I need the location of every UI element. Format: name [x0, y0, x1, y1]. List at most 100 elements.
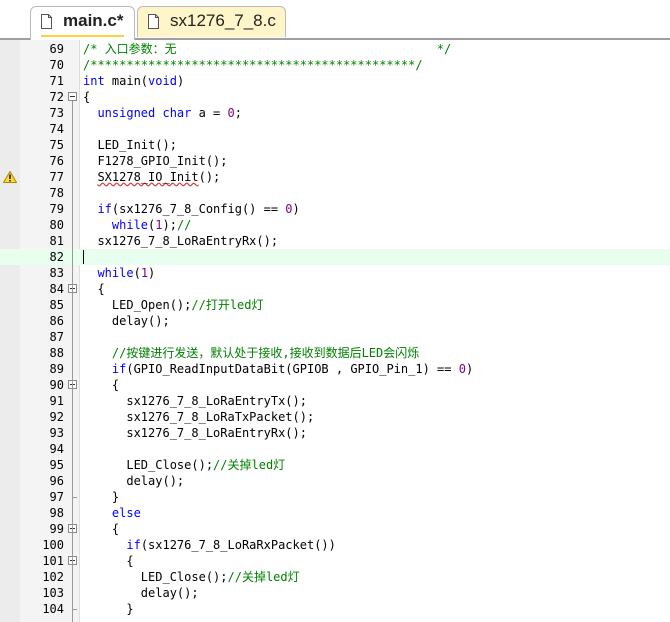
code-line[interactable]: 79 if(sx1276_7_8_Config() == 0)	[0, 201, 670, 217]
code-line[interactable]: 84 {	[0, 281, 670, 297]
code-text: {	[83, 521, 119, 537]
code-text: {	[83, 89, 90, 105]
code-line[interactable]: 81 sx1276_7_8_LoRaEntryRx();	[0, 233, 670, 249]
line-number: 71	[49, 74, 64, 88]
code-text: F1278_GPIO_Init();	[83, 153, 228, 169]
line-number: 103	[42, 586, 64, 600]
code-line[interactable]: 94	[0, 441, 670, 457]
line-number: 90	[49, 378, 64, 392]
code-text: delay();	[83, 585, 199, 601]
code-line[interactable]: 69 /* 入口参数：无 */	[0, 41, 670, 57]
comment-token: //按键进行发送，默认处于接收,接收到数据后LED会闪烁	[111, 346, 420, 360]
code-line[interactable]: 80 while(1);//	[0, 217, 670, 233]
code-line[interactable]: 72 {	[0, 89, 670, 105]
file-icon	[148, 14, 159, 29]
code-text: delay();	[83, 313, 170, 329]
code-text: //按键进行发送，默认处于接收,接收到数据后LED会闪烁	[83, 345, 419, 361]
code-text: int main(void)	[83, 73, 184, 89]
code-line[interactable]: 83 while(1)	[0, 265, 670, 281]
number-token: 1	[155, 218, 163, 232]
code-token: )	[176, 74, 185, 88]
keyword-token: if	[126, 538, 141, 552]
code-line[interactable]: 90 {	[0, 377, 670, 393]
keyword-token: while	[111, 218, 149, 232]
line-number: 69	[49, 42, 64, 56]
code-token: F1278_GPIO_Init();	[83, 154, 228, 168]
warning-icon[interactable]	[3, 171, 17, 183]
code-line[interactable]: 78	[0, 185, 670, 201]
line-number: 87	[49, 330, 64, 344]
code-line[interactable]: 82	[0, 249, 670, 265]
code-line[interactable]: 89 if(GPIO_ReadInputDataBit(GPIOB , GPIO…	[0, 361, 670, 377]
code-text: while(1)	[83, 265, 155, 281]
code-line[interactable]: 98 else	[0, 505, 670, 521]
code-line[interactable]: 92 sx1276_7_8_LoRaTxPacket();	[0, 409, 670, 425]
line-number: 80	[49, 218, 64, 232]
code-line[interactable]: 97 }	[0, 489, 670, 505]
code-token: {	[83, 378, 120, 392]
code-line[interactable]: 71 int main(void)	[0, 73, 670, 89]
code-text: LED_Init();	[83, 137, 176, 153]
code-text: {	[83, 281, 104, 297]
line-number: 96	[49, 474, 64, 488]
fold-end-marker	[72, 497, 77, 498]
code-line[interactable]: 86 delay();	[0, 313, 670, 329]
code-token: (GPIO_ReadInputDataBit(GPIOB , GPIO_Pin_…	[126, 362, 459, 376]
tab-sx1276-7-8-c[interactable]: sx1276_7_8.c	[137, 6, 286, 37]
code-line[interactable]: 70 /*************************************…	[0, 57, 670, 73]
code-token: sx1276_7_8_LoRaEntryRx();	[83, 234, 279, 248]
code-line[interactable]: 102 LED_Close();//关掉led灯	[0, 569, 670, 585]
code-line[interactable]: 96 delay();	[0, 473, 670, 489]
line-number: 84	[49, 282, 64, 296]
code-line[interactable]: 95 LED_Close();//关掉led灯	[0, 457, 670, 473]
code-line[interactable]: 77 SX1278_IO_Init();	[0, 169, 670, 185]
code-line[interactable]: 104 }	[0, 601, 670, 617]
code-line[interactable]: 103 delay();	[0, 585, 670, 601]
line-number: 86	[49, 314, 64, 328]
code-token: delay();	[83, 474, 185, 488]
code-text: }	[83, 601, 134, 617]
code-token: delay();	[83, 314, 170, 328]
keyword-token: int	[83, 74, 105, 88]
tab-main-c[interactable]: main.c*	[30, 6, 135, 40]
code-token: sx1276_7_8_LoRaEntryTx();	[83, 394, 307, 408]
code-token: )	[292, 202, 300, 216]
code-line[interactable]: 100 if(sx1276_7_8_LoRaRxPacket())	[0, 537, 670, 553]
editor-tab-bar: main.c* sx1276_7_8.c	[0, 0, 670, 40]
code-token: sx1276_7_8_LoRaTxPacket();	[83, 410, 315, 424]
code-line[interactable]: 101 {	[0, 553, 670, 569]
line-number: 83	[49, 266, 64, 280]
code-text: if(sx1276_7_8_LoRaRxPacket())	[83, 537, 336, 553]
code-line[interactable]: 93 sx1276_7_8_LoRaEntryRx();	[0, 425, 670, 441]
code-line[interactable]: 87	[0, 329, 670, 345]
number-token: 0	[227, 106, 235, 120]
code-text: SX1278_IO_Init();	[83, 169, 220, 185]
line-number: 74	[49, 122, 64, 136]
comment-token: //	[176, 218, 192, 232]
fold-toggle-icon[interactable]	[68, 92, 77, 101]
line-number: 92	[49, 410, 64, 424]
line-number: 85	[49, 298, 64, 312]
code-line[interactable]: 73 unsigned char a = 0;	[0, 105, 670, 121]
tab-label: main.c*	[63, 11, 124, 30]
code-line[interactable]: 74	[0, 121, 670, 137]
tab-label: sx1276_7_8.c	[170, 11, 276, 30]
code-line[interactable]: 76 F1278_GPIO_Init();	[0, 153, 670, 169]
code-text: LED_Close();//关掉led灯	[83, 457, 285, 473]
code-line[interactable]: 99 {	[0, 521, 670, 537]
code-line[interactable]: 91 sx1276_7_8_LoRaEntryTx();	[0, 393, 670, 409]
code-token: {	[83, 554, 134, 568]
code-line[interactable]: 85 LED_Open();//打开led灯	[0, 297, 670, 313]
code-token: {	[83, 90, 91, 104]
code-token: main(	[104, 74, 149, 88]
code-editor[interactable]: 69 /* 入口参数：无 */ 70 /***********************…	[0, 40, 670, 622]
line-number: 79	[49, 202, 64, 216]
code-line[interactable]: 88 //按键进行发送，默认处于接收,接收到数据后LED会闪烁	[0, 345, 670, 361]
code-text: /***************************************…	[83, 57, 423, 73]
code-token: }	[83, 602, 134, 616]
code-line[interactable]: 75 LED_Init();	[0, 137, 670, 153]
